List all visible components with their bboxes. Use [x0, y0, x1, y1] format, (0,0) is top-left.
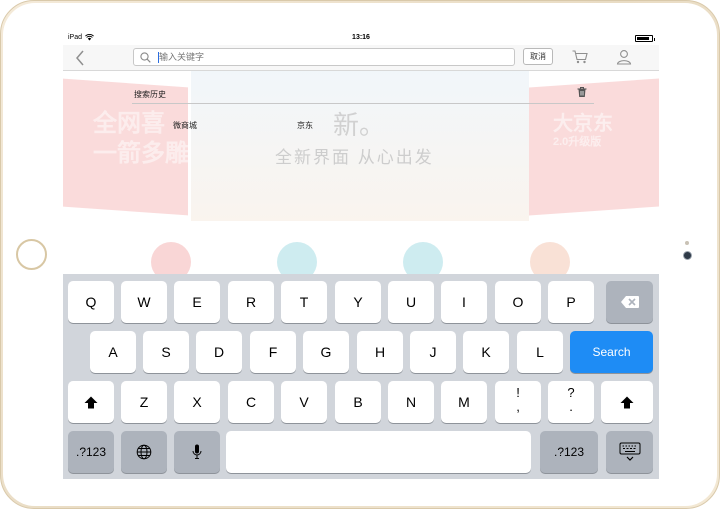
search-icon	[140, 52, 151, 63]
key-x[interactable]: X	[174, 381, 220, 423]
key-g[interactable]: G	[303, 331, 349, 373]
search-box[interactable]	[133, 48, 515, 66]
key-w[interactable]: W	[121, 281, 167, 323]
key-u[interactable]: U	[388, 281, 434, 323]
on-screen-keyboard: Q W E R T Y U I O P A S D F G H J K L Se…	[63, 274, 659, 479]
backspace-icon	[620, 296, 639, 308]
key-j[interactable]: J	[410, 331, 456, 373]
numbers-key-left[interactable]: .?123	[68, 431, 114, 473]
key-exclaim-comma[interactable]: ! ,	[495, 381, 541, 423]
key-v[interactable]: V	[281, 381, 327, 423]
key-p[interactable]: P	[548, 281, 594, 323]
shift-icon	[620, 396, 634, 409]
key-q[interactable]: Q	[68, 281, 114, 323]
dictation-key[interactable]	[174, 431, 220, 473]
numbers-key-right[interactable]: .?123	[540, 431, 598, 473]
shift-right-key[interactable]	[601, 381, 653, 423]
key-l[interactable]: L	[517, 331, 563, 373]
shift-left-key[interactable]	[68, 381, 114, 423]
key-c[interactable]: C	[228, 381, 274, 423]
battery-icon	[635, 35, 655, 42]
history-title: 搜索历史	[134, 90, 166, 99]
ipad-frame: iPad 13:16 全网喜 一箭多雕 新。 全新界面 从心出发 大京东 2.0…	[0, 0, 720, 509]
key-h[interactable]: H	[357, 331, 403, 373]
front-camera	[683, 251, 692, 260]
key-r[interactable]: R	[228, 281, 274, 323]
history-divider	[132, 103, 594, 104]
search-nav-bar: 取消	[63, 45, 659, 71]
microphone-icon	[192, 444, 202, 459]
shift-icon	[84, 396, 98, 409]
back-arrow-icon[interactable]	[75, 50, 89, 66]
status-bar: iPad 13:16	[63, 31, 659, 45]
key-o[interactable]: O	[495, 281, 541, 323]
history-item[interactable]: 微商城	[173, 120, 197, 131]
key-a[interactable]: A	[90, 331, 136, 373]
key-b[interactable]: B	[335, 381, 381, 423]
search-history-panel: 搜索历史 微商城 京东	[128, 81, 598, 201]
search-input[interactable]	[159, 50, 499, 64]
light-sensor	[685, 241, 689, 245]
space-key[interactable]	[226, 431, 531, 473]
key-s[interactable]: S	[143, 331, 189, 373]
screen: iPad 13:16 全网喜 一箭多雕 新。 全新界面 从心出发 大京东 2.0…	[63, 31, 659, 479]
key-m[interactable]: M	[441, 381, 487, 423]
key-i[interactable]: I	[441, 281, 487, 323]
status-time: 13:16	[352, 34, 370, 41]
delete-key[interactable]	[606, 281, 653, 323]
hide-keyboard-key[interactable]	[606, 431, 653, 473]
key-e[interactable]: E	[174, 281, 220, 323]
cart-icon[interactable]	[572, 50, 588, 64]
key-k[interactable]: K	[463, 331, 509, 373]
trash-icon[interactable]	[576, 86, 588, 98]
home-button[interactable]	[16, 239, 47, 270]
search-key[interactable]: Search	[570, 331, 653, 373]
key-n[interactable]: N	[388, 381, 434, 423]
key-f[interactable]: F	[250, 331, 296, 373]
history-item[interactable]: 京东	[297, 120, 313, 131]
keyboard-dismiss-icon	[619, 442, 640, 461]
key-z[interactable]: Z	[121, 381, 167, 423]
key-question-period[interactable]: ? .	[548, 381, 594, 423]
user-icon[interactable]	[616, 49, 632, 65]
key-d[interactable]: D	[196, 331, 242, 373]
globe-key[interactable]	[121, 431, 167, 473]
globe-icon	[136, 444, 152, 460]
cancel-button[interactable]: 取消	[523, 48, 553, 65]
key-t[interactable]: T	[281, 281, 327, 323]
key-y[interactable]: Y	[335, 281, 381, 323]
